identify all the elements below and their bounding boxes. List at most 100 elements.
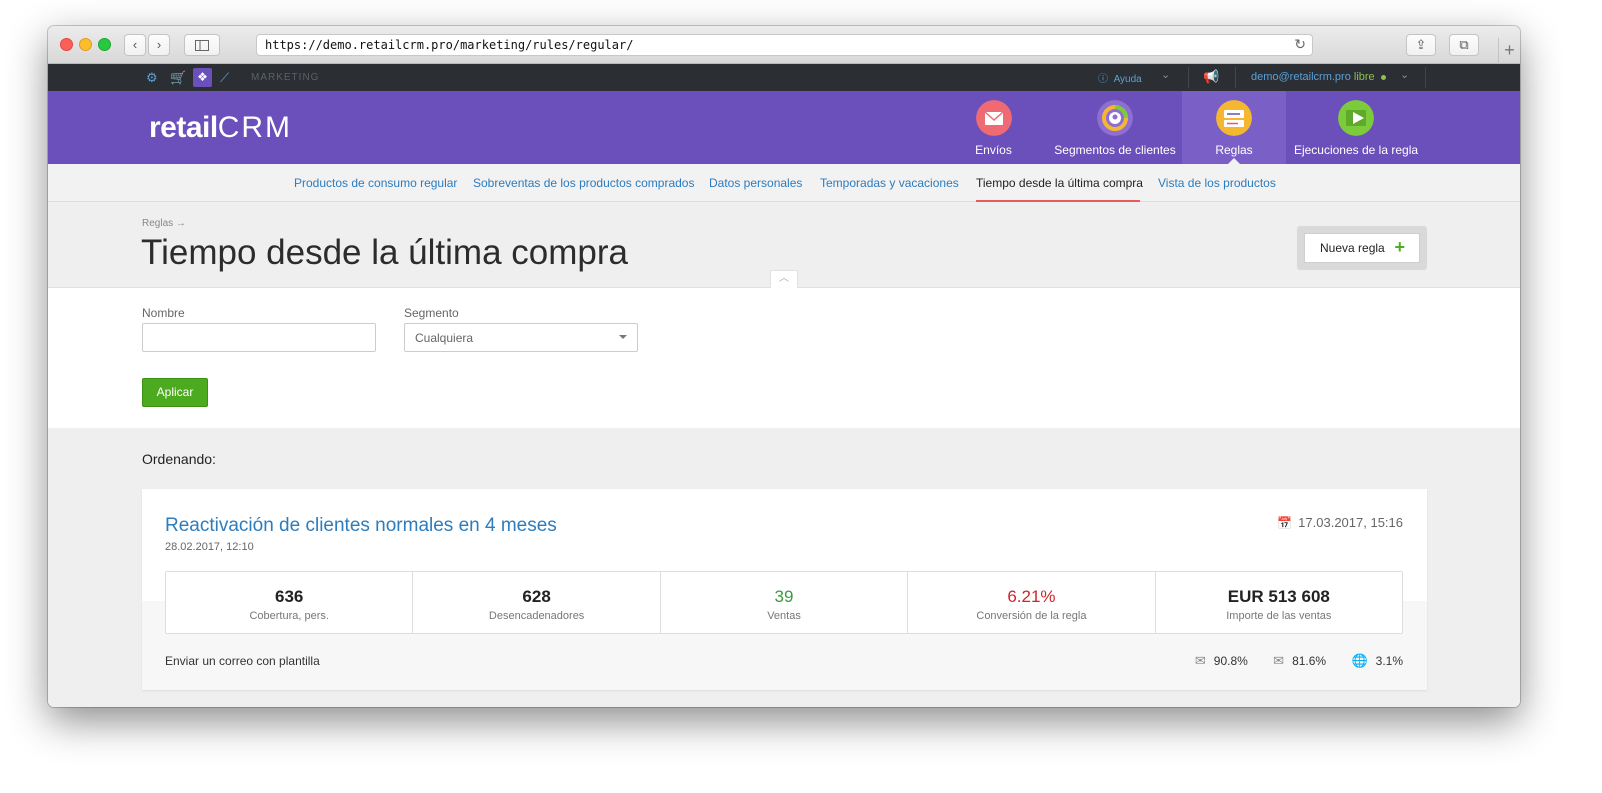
filter-panel: Nombre Segmento Cualquiera Aplicar [48,288,1520,428]
nav-label: Envíos [975,143,1012,157]
rules-subnav: Productos de consumo regular Sobreventas… [48,164,1520,202]
chevron-down-icon[interactable]: ⌄ [1161,68,1170,81]
divider [1235,67,1236,88]
app-topbar: ⚙ 🛒 ❖ ⟋ MARKETING ⓘ Ayuda ⌄ 📢 demo@retai… [48,64,1520,91]
segments-circle-icon [1097,100,1133,136]
stat-value: 6.21% [1007,587,1056,606]
metric-value: 90.8% [1213,654,1248,668]
megaphone-icon[interactable]: 📢 [1203,69,1219,85]
tabs-overview-button[interactable]: ⧉ [1449,34,1479,56]
nav-item-segmentos[interactable]: Segmentos de clientes [1049,91,1181,164]
stat-cobertura: 636 Cobertura, pers. [166,572,414,633]
rule-action-text: Enviar un correo con plantilla [165,654,320,668]
question-icon: ⓘ [1098,74,1108,85]
rule-created-date: 28.02.2017, 12:10 [165,541,254,553]
nav-item-reglas[interactable]: Reglas [1182,91,1286,164]
sidebar-toggle-button[interactable] [184,34,220,56]
stat-value: 628 [522,587,551,606]
segment-select[interactable]: Cualquiera [404,323,638,352]
name-filter-label: Nombre [142,306,185,320]
minimize-window-button[interactable] [79,38,92,51]
back-button[interactable]: ‹ [124,34,146,56]
zoom-window-button[interactable] [98,38,111,51]
stat-ventas: 39 Ventas [661,572,909,633]
close-window-button[interactable] [60,38,73,51]
address-bar[interactable]: https://demo.retailcrm.pro/marketing/rul… [256,34,1313,56]
nav-label: Segmentos de clientes [1054,143,1176,157]
sidebar-icon [195,40,209,51]
section-name: MARKETING [251,72,320,83]
metric-value: 81.6% [1292,654,1327,668]
mail-open-icon: ✉ [1273,653,1285,668]
page-header: Reglas → Tiempo desde la última compra N… [48,202,1520,288]
settings-icon[interactable]: ⚙ [146,70,158,86]
name-filter-input[interactable] [142,323,376,352]
globe-click-icon: 🌐 [1351,653,1368,668]
stat-desencadenadores: 628 Desencadenadores [413,572,661,633]
stat-label: Importe de las ventas [1226,610,1332,622]
logo-text-crm: CRM [217,111,293,144]
user-menu[interactable]: demo@retailcrm.pro libre [1251,71,1386,83]
apply-button[interactable]: Aplicar [142,378,208,407]
subnav-item-vista-productos[interactable]: Vista de los productos [1158,176,1276,190]
stat-label: Ventas [767,610,801,622]
rule-title-link[interactable]: Reactivación de clientes normales en 4 m… [165,515,557,537]
help-label: Ayuda [1113,74,1142,85]
subnav-item-sobreventas[interactable]: Sobreventas de los productos comprados [473,176,694,190]
browser-window: ‹ › https://demo.retailcrm.pro/marketing… [48,26,1520,707]
subnav-item-tiempo-ultima-compra[interactable]: Tiempo desde la última compra [976,176,1143,190]
metric-opened: ✉ 81.6% [1273,653,1326,669]
marketing-icon[interactable]: ❖ [193,68,212,87]
cart-icon[interactable]: 🛒 [170,70,186,86]
metric-sent: ✉ 90.8% [1195,653,1248,669]
chevron-up-icon: ︿ [779,273,789,284]
segment-filter-label: Segmento [404,306,459,320]
chevron-left-icon: ‹ [132,37,138,52]
rule-card: Reactivación de clientes normales en 4 m… [142,489,1427,690]
divider [1425,67,1426,88]
rule-date-text: 17.03.2017, 15:16 [1298,515,1403,530]
breadcrumb[interactable]: Reglas → [142,218,186,229]
retailcrm-logo[interactable]: retailCRM [149,111,292,145]
main-header: retailCRM Envíos Segmentos de clientes R… [48,91,1520,164]
calendar-icon: 📅 [1277,516,1293,530]
stat-value: EUR 513 608 [1227,587,1330,606]
help-menu[interactable]: ⓘ Ayuda [1098,70,1142,85]
chevron-down-icon[interactable]: ⌄ [1400,68,1409,81]
nav-item-ejecuciones[interactable]: Ejecuciones de la regla [1288,91,1424,164]
forward-button[interactable]: › [148,34,170,56]
logo-text-retail: retail [149,111,218,144]
play-circle-icon [1338,100,1374,136]
new-tab-button[interactable]: + [1498,38,1520,64]
url-text: https://demo.retailcrm.pro/marketing/rul… [265,38,634,52]
share-button[interactable]: ⇪ [1406,34,1436,56]
stat-value: 39 [774,587,794,606]
page-title: Tiempo desde la última compra [141,233,628,272]
rules-listing: Ordenando: Reactivación de clientes norm… [48,428,1520,707]
stat-importe: EUR 513 608 Importe de las ventas [1156,572,1402,633]
stat-label: Desencadenadores [488,610,585,622]
reload-icon[interactable]: ↻ [1294,36,1306,53]
subnav-item-temporadas[interactable]: Temporadas y vacaciones [820,176,959,190]
sorting-label: Ordenando: [142,451,216,467]
tabs-icon: ⧉ [1459,37,1469,52]
plus-icon: + [1394,237,1405,257]
divider [1188,67,1189,88]
chevron-right-icon: › [156,37,162,52]
analytics-icon[interactable]: ⟋ [220,70,229,86]
stat-label: Cobertura, pers. [249,610,329,622]
subnav-item-datos-personales[interactable]: Datos personales [709,176,802,190]
browser-toolbar: ‹ › https://demo.retailcrm.pro/marketing… [48,26,1520,64]
rules-circle-icon [1216,100,1252,136]
stat-conversion: 6.21% Conversión de la regla [908,572,1156,633]
new-rule-button[interactable]: Nueva regla + [1304,233,1420,263]
segment-selected-value: Cualquiera [415,331,474,345]
caret-down-icon [619,335,627,339]
collapse-filters-button[interactable]: ︿ [770,270,798,288]
stat-label: Conversión de la regla [976,610,1087,622]
user-email: demo@retailcrm.pro [1251,71,1351,83]
nav-item-envios[interactable]: Envíos [966,91,1021,164]
metric-clicked: 🌐 3.1% [1351,653,1403,669]
new-rule-label: Nueva regla [1320,241,1385,255]
subnav-item-productos-consumo[interactable]: Productos de consumo regular [294,176,457,190]
